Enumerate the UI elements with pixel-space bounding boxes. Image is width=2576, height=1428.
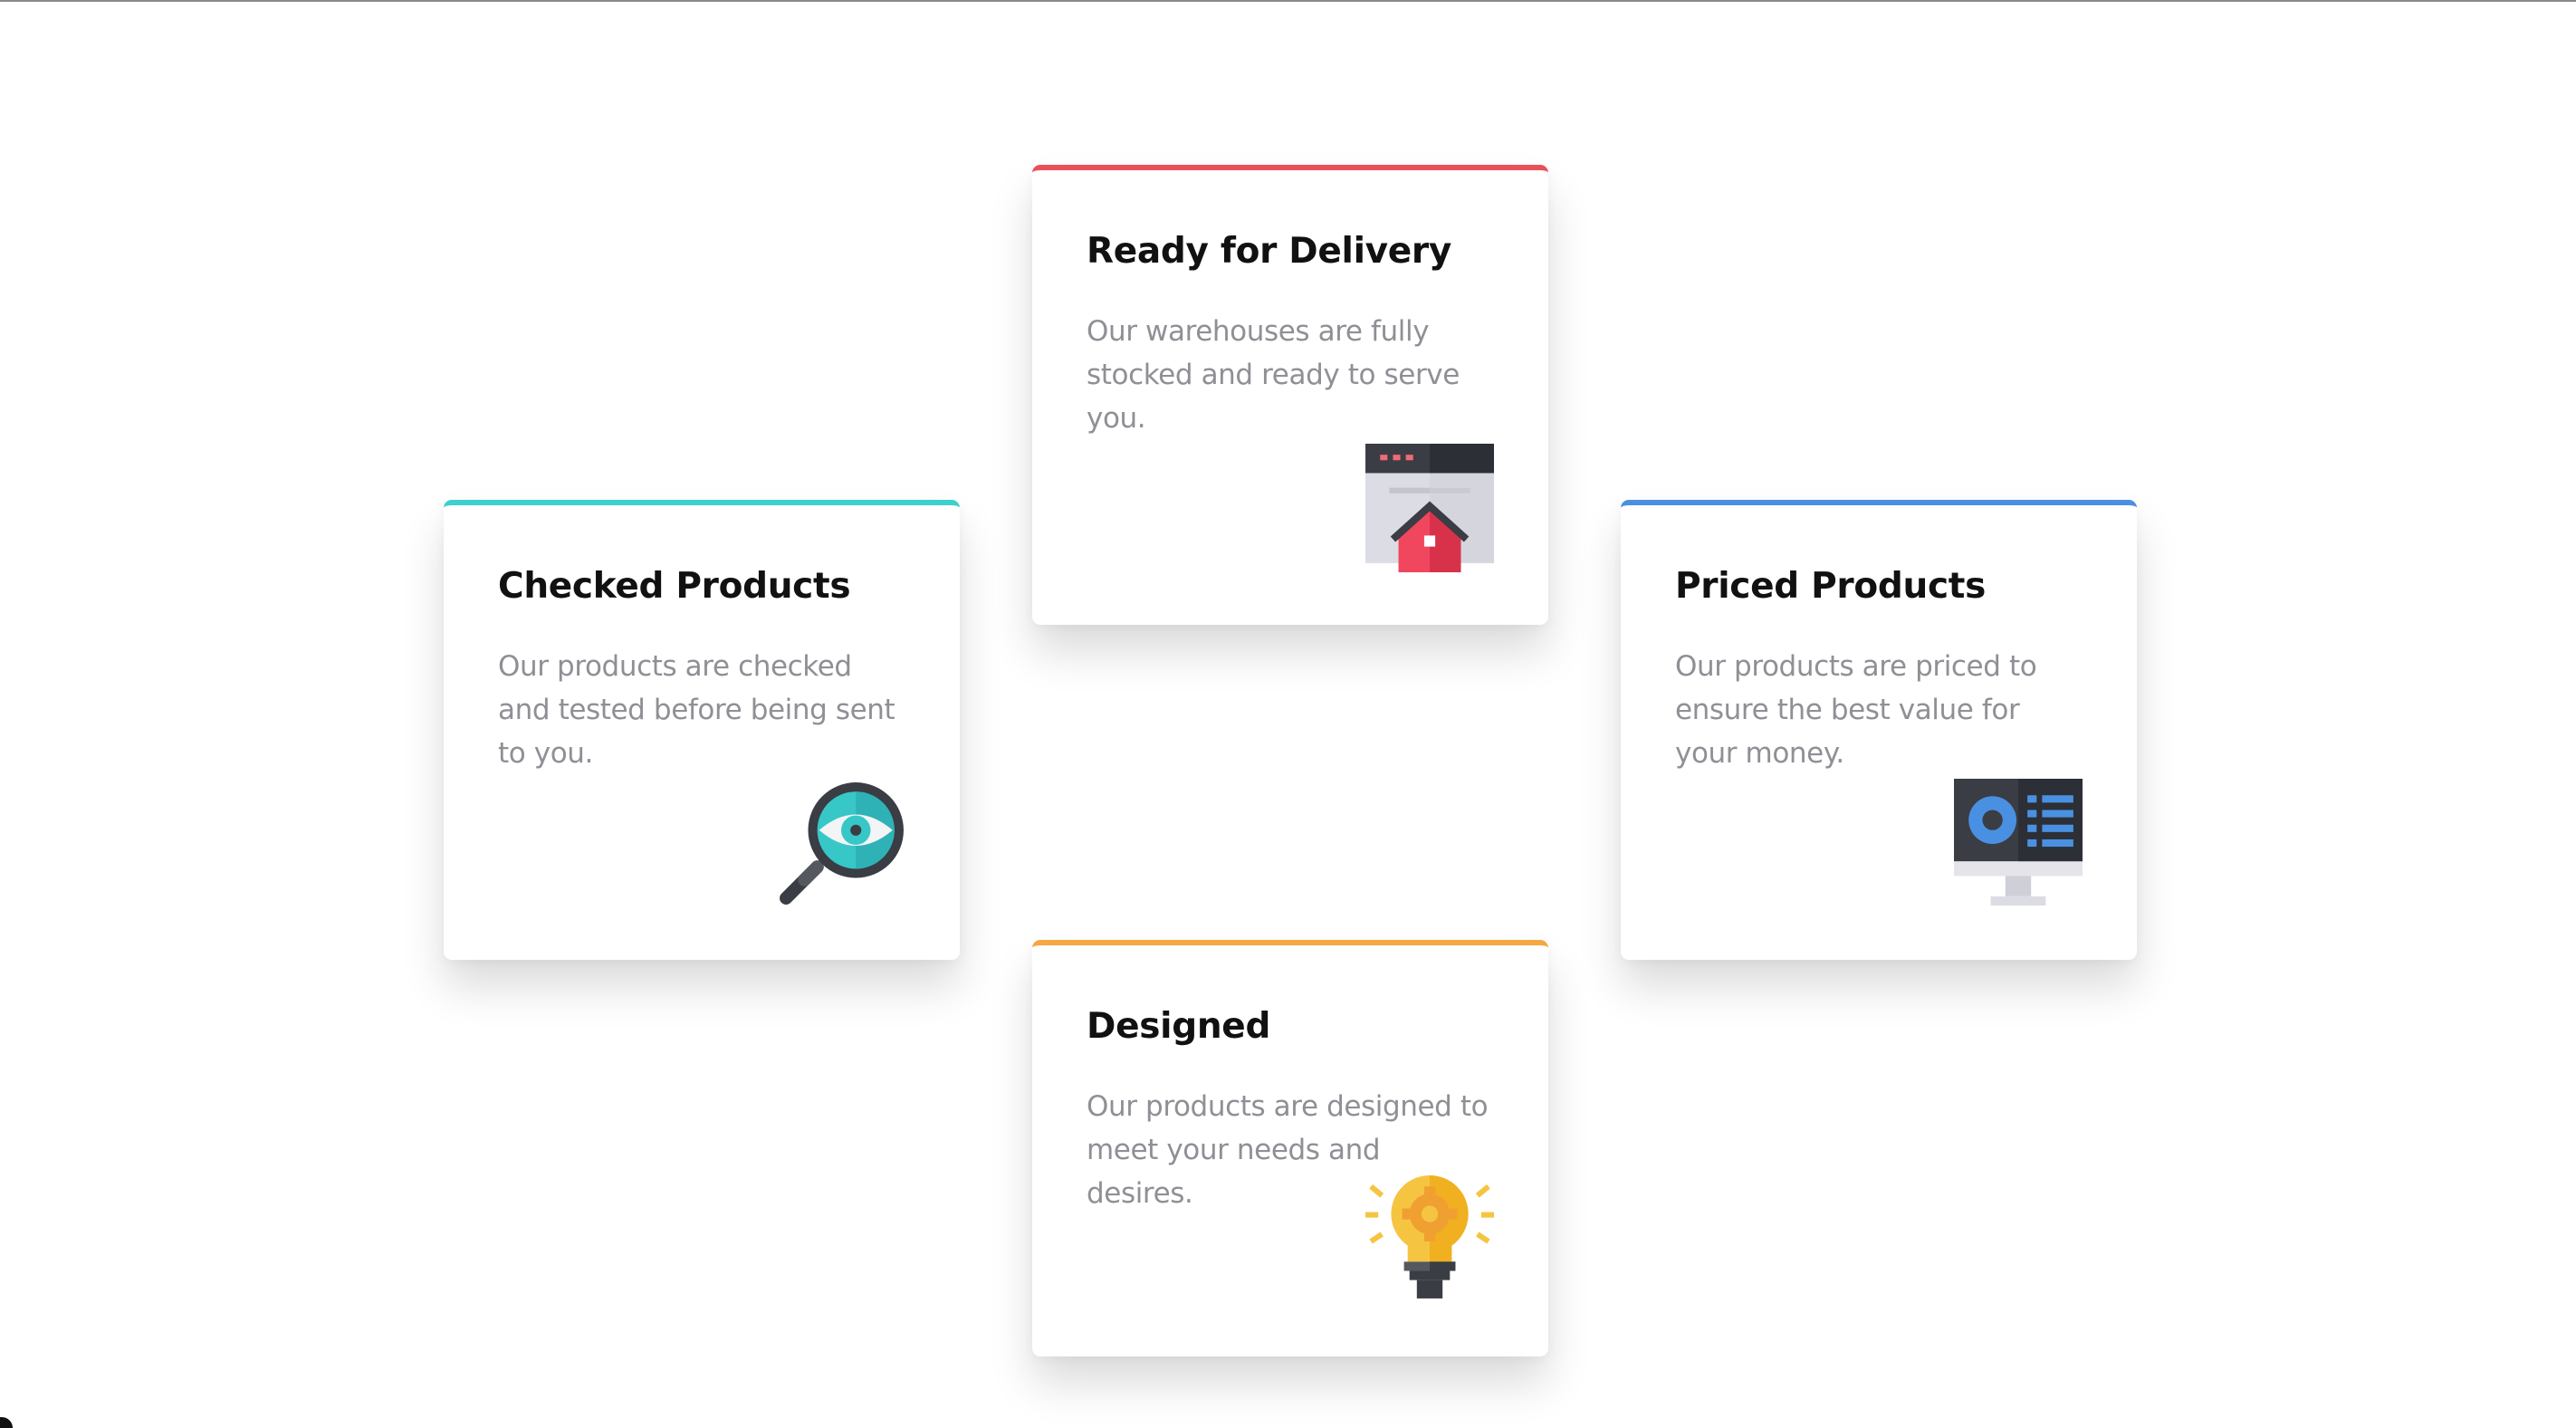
feature-card-ready-for-delivery: Ready for Delivery Our warehouses are fu… [1032, 165, 1548, 625]
feature-card-designed: Designed Our products are designed to me… [1032, 940, 1548, 1356]
card-title: Checked Products [498, 566, 851, 607]
feature-card-priced-products: Priced Products Our products are priced … [1621, 500, 2137, 960]
warehouse-home-icon [1365, 444, 1494, 572]
card-title: Ready for Delivery [1087, 231, 1451, 272]
card-title: Designed [1087, 1006, 1271, 1047]
card-description: Our products are checked and tested befo… [498, 650, 895, 770]
card-title: Priced Products [1675, 566, 1987, 607]
feature-card-checked-products: Checked Products Our products are checke… [444, 500, 960, 960]
lightbulb-gear-icon [1365, 1175, 1494, 1304]
card-description: Our warehouses are fully stocked and rea… [1087, 315, 1460, 435]
card-description: Our products are priced to ensure the be… [1675, 650, 2037, 770]
window-corner [0, 1417, 13, 1428]
monitor-dashboard-icon [1954, 779, 2083, 907]
magnifier-eye-icon [777, 779, 905, 907]
window-top-border [0, 0, 2576, 2]
